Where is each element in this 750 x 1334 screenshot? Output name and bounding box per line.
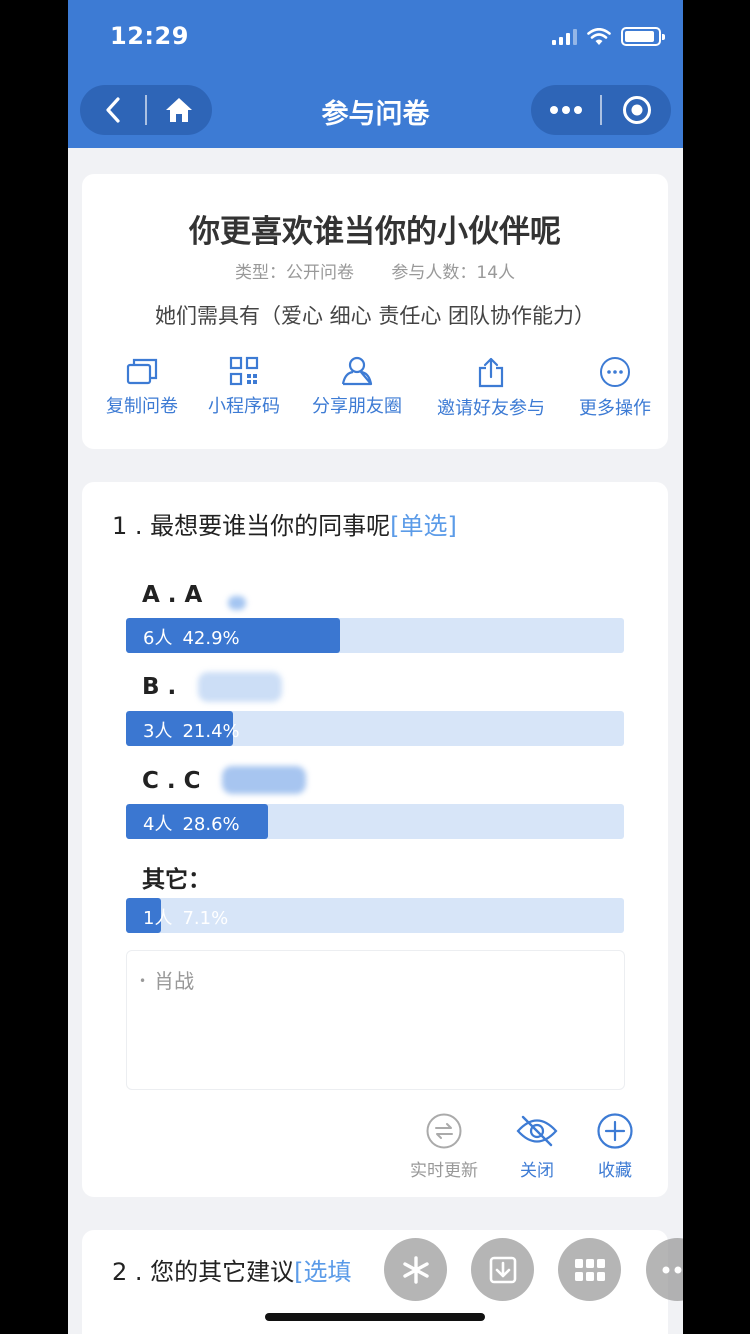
survey-type: 类型：公开问卷 <box>234 263 354 283</box>
action-label: 实时更新 <box>410 1161 478 1181</box>
result-percent: 21.4% <box>182 721 240 742</box>
floating-button-star[interactable] <box>384 1238 447 1301</box>
survey-meta: 类型：公开问卷 参与人数：14人 <box>82 258 668 283</box>
refresh-icon <box>426 1113 462 1149</box>
realtime-update-button[interactable]: 实时更新 <box>404 1112 484 1181</box>
user-share-icon <box>341 356 373 386</box>
result-percent: 28.6% <box>182 814 240 835</box>
result-text: 4人 28.6% <box>143 810 240 836</box>
result-bar: 6人 42.9% <box>126 618 624 653</box>
result-text: 1人 7.1% <box>143 904 228 930</box>
result-count: 1人 <box>143 908 173 929</box>
result-count: 3人 <box>143 721 173 742</box>
result-bar: 1人 7.1% <box>126 898 624 933</box>
result-percent: 7.1% <box>182 908 229 929</box>
option-label: 其它： <box>142 867 211 893</box>
favorite-button[interactable]: 收藏 <box>587 1112 643 1181</box>
cellular-signal-icon <box>552 28 577 45</box>
question-title: 1 . 最想要谁当你的同事呢[单选] <box>112 506 457 541</box>
app-header: 12:29 参与问卷 <box>68 0 683 148</box>
floating-button-download[interactable] <box>471 1238 534 1301</box>
redacted-blur <box>198 672 282 702</box>
action-label: 收藏 <box>598 1161 632 1181</box>
share-upload-icon <box>478 357 504 388</box>
more-actions-button[interactable]: 更多操作 <box>572 356 658 420</box>
result-bar: 4人 28.6% <box>126 804 624 839</box>
home-indicator <box>265 1313 485 1321</box>
result-text: 3人 21.4% <box>143 717 240 743</box>
option-label: A . A <box>142 582 203 608</box>
share-moments-button[interactable]: 分享朋友圈 <box>304 356 410 418</box>
grid-icon <box>574 1258 605 1281</box>
more-icon <box>600 357 630 387</box>
action-label: 小程序码 <box>208 396 280 417</box>
question-title: 2 . 您的其它建议[选填 <box>112 1252 352 1287</box>
question-type: [选填 <box>294 1258 352 1286</box>
qrcode-icon <box>229 356 259 386</box>
copy-survey-button[interactable]: 复制问卷 <box>102 356 182 418</box>
question-card: 1 . 最想要谁当你的同事呢[单选] A . A 6人 42.9% B . 3人 2… <box>82 482 668 1197</box>
battery-icon <box>621 27 665 46</box>
action-label: 复制问卷 <box>106 396 178 417</box>
result-percent: 42.9% <box>182 628 240 649</box>
eye-off-icon <box>516 1115 558 1147</box>
survey-title: 你更喜欢谁当你的小伙伴呢 <box>189 214 561 250</box>
target-circle-icon <box>622 96 651 124</box>
action-label: 更多操作 <box>579 398 651 419</box>
result-text: 6人 42.9% <box>143 624 240 650</box>
copy-icon <box>126 358 158 385</box>
close-miniprogram-button[interactable] <box>602 85 671 135</box>
option-label: C . C <box>142 768 201 794</box>
close-results-button[interactable]: 关闭 <box>509 1112 565 1181</box>
survey-participants: 参与人数：14人 <box>391 263 516 283</box>
nav-capsule-right <box>531 85 671 135</box>
plus-circle-icon <box>597 1113 633 1149</box>
redacted-blur <box>228 596 246 610</box>
other-answer-entry: 肖战 <box>139 965 194 994</box>
invite-friends-button[interactable]: 邀请好友参与 <box>428 356 554 420</box>
download-icon <box>489 1256 516 1283</box>
result-bar: 3人 21.4% <box>126 711 624 746</box>
option-label: B . <box>142 674 177 700</box>
phone-screen: 12:29 参与问卷 你更喜欢谁当你的小伙伴呢 类型：公开问卷 参与人数：14人… <box>68 0 683 1334</box>
menu-button[interactable] <box>531 85 600 135</box>
question-type: [单选] <box>390 512 457 540</box>
result-count: 4人 <box>143 814 173 835</box>
more-dots-icon <box>662 1266 681 1273</box>
sparkle-icon <box>402 1255 429 1284</box>
mini-program-code-button[interactable]: 小程序码 <box>204 356 284 418</box>
redacted-blur <box>222 766 306 794</box>
survey-description: 她们需具有（爱心 细心 责任心 团队协作能力） <box>154 304 596 328</box>
survey-info-card: 你更喜欢谁当你的小伙伴呢 类型：公开问卷 参与人数：14人 她们需具有（爱心 细… <box>82 174 668 449</box>
wifi-icon <box>587 27 611 45</box>
status-time: 12:29 <box>110 22 189 50</box>
action-label: 分享朋友圈 <box>312 396 402 417</box>
action-label: 关闭 <box>520 1161 554 1181</box>
floating-button-grid[interactable] <box>558 1238 621 1301</box>
action-label: 邀请好友参与 <box>437 398 545 419</box>
result-count: 6人 <box>143 628 173 649</box>
status-icons <box>552 27 665 46</box>
question-text: 2 . 您的其它建议 <box>112 1258 295 1286</box>
question-text: 1 . 最想要谁当你的同事呢 <box>112 512 391 540</box>
other-answers-box[interactable]: 肖战 <box>126 950 625 1090</box>
more-dots-icon <box>549 106 582 114</box>
